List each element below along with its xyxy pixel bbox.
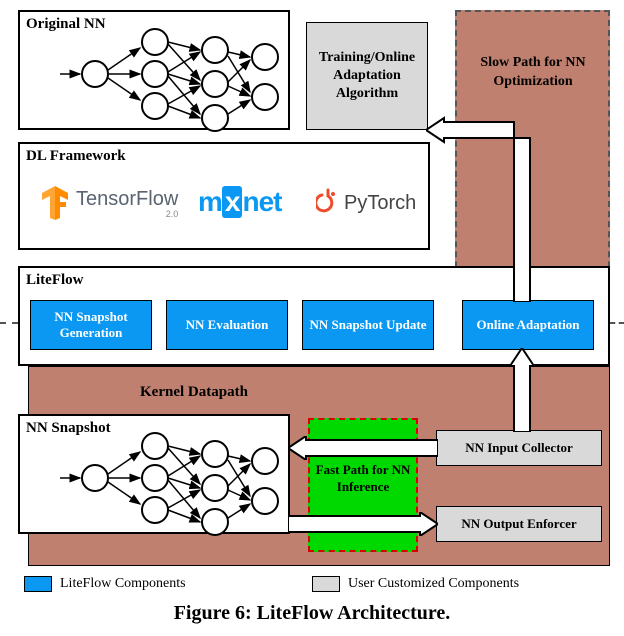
training-adaptation-label: Training/Online Adaptation Algorithm bbox=[313, 49, 421, 104]
original-nn-box: Original NN bbox=[18, 10, 290, 130]
liteflow-btn-snapshot-gen: NN Snapshot Generation bbox=[30, 300, 152, 350]
kernel-datapath-label: Kernel Datapath bbox=[140, 384, 248, 401]
liteflow-title: LiteFlow bbox=[26, 272, 84, 289]
legend-text-user: User Customized Components bbox=[348, 576, 519, 592]
original-nn-graph bbox=[20, 12, 292, 132]
arrow-adaptation-to-training bbox=[426, 106, 536, 302]
mxnet-m: m bbox=[198, 186, 222, 217]
pytorch-text: PyTorch bbox=[344, 192, 416, 215]
dl-framework-title: DL Framework bbox=[26, 148, 126, 165]
figure-caption: Figure 6: LiteFlow Architecture. bbox=[0, 602, 624, 625]
mxnet-net: net bbox=[242, 186, 281, 217]
legend-text-liteflow: LiteFlow Components bbox=[60, 576, 186, 592]
tensorflow-logo: TensorFlow 2.0 bbox=[38, 184, 178, 222]
tensorflow-icon bbox=[38, 184, 72, 222]
dashed-separator-right bbox=[610, 322, 624, 324]
mxnet-x: x bbox=[222, 186, 243, 218]
nn-snapshot-box: NN Snapshot bbox=[18, 414, 290, 534]
tensorflow-text: TensorFlow bbox=[76, 188, 178, 211]
dl-framework-box: DL Framework TensorFlow 2.0 mxnet PyTorc… bbox=[18, 142, 430, 250]
liteflow-btn-snapshot-update: NN Snapshot Update bbox=[302, 300, 434, 350]
liteflow-btn-online-adapt: Online Adaptation bbox=[462, 300, 594, 350]
training-adaptation-box: Training/Online Adaptation Algorithm bbox=[306, 22, 428, 130]
legend-swatch-user bbox=[312, 576, 340, 592]
nn-output-enforcer-box: NN Output Enforcer bbox=[436, 506, 602, 542]
nn-snapshot-graph bbox=[20, 416, 292, 536]
mxnet-logo: mxnet bbox=[198, 186, 281, 218]
pytorch-logo: PyTorch bbox=[316, 188, 416, 218]
nn-output-enforcer-label: NN Output Enforcer bbox=[461, 516, 576, 532]
fast-path-label: Fast Path for NN Inference bbox=[314, 462, 412, 496]
pytorch-icon bbox=[316, 188, 340, 218]
slow-path-label: Slow Path for NN Optimization bbox=[462, 54, 604, 92]
dashed-separator-left bbox=[0, 322, 18, 324]
arrow-collector-to-snapshot bbox=[288, 436, 438, 460]
arrow-snapshot-to-enforcer bbox=[288, 512, 438, 536]
legend-swatch-liteflow bbox=[24, 576, 52, 592]
nn-input-collector-box: NN Input Collector bbox=[436, 430, 602, 466]
arrow-collector-to-adaptation bbox=[510, 348, 534, 432]
liteflow-btn-evaluation: NN Evaluation bbox=[166, 300, 288, 350]
nn-input-collector-label: NN Input Collector bbox=[465, 440, 573, 456]
